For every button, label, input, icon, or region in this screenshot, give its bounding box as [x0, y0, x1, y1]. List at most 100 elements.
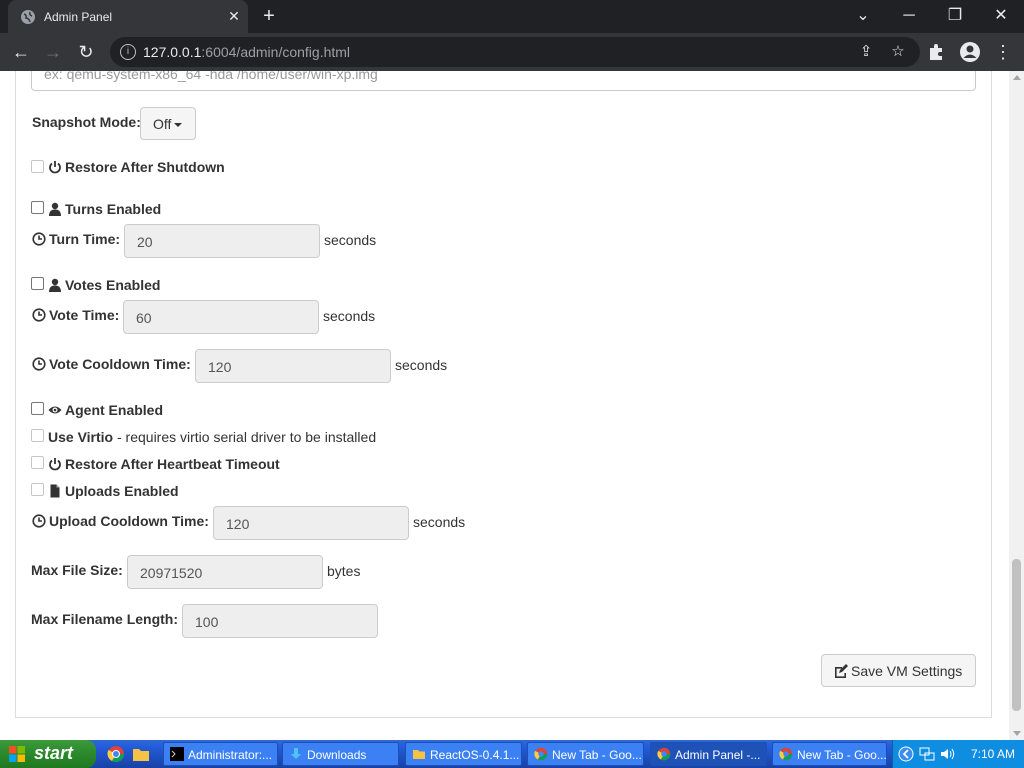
- scrollbar-thumb[interactable]: [1012, 559, 1021, 711]
- minimize-button[interactable]: ─: [897, 4, 921, 28]
- taskbar-item-label: New Tab - Goo...: [797, 748, 887, 762]
- extensions-puzzle-icon[interactable]: [927, 42, 947, 62]
- chrome-icon: [534, 747, 548, 761]
- network-icon[interactable]: [919, 746, 935, 762]
- turns-enabled-row: Turns Enabled: [48, 201, 161, 217]
- restore-shutdown-checkbox[interactable]: [31, 160, 44, 173]
- vote-time-value: 60: [136, 310, 152, 326]
- save-vm-settings-button[interactable]: Save VM Settings: [821, 654, 976, 687]
- max-file-size-unit: bytes: [327, 563, 361, 579]
- use-virtio-label: Use Virtio: [48, 429, 114, 445]
- tray-expand-chevron-icon[interactable]: [898, 746, 914, 762]
- taskbar-item-admin-panel[interactable]: Admin Panel -...: [650, 742, 767, 766]
- vote-cooldown-unit: seconds: [395, 357, 448, 373]
- upload-cooldown-row: Upload Cooldown Time:: [32, 513, 209, 529]
- chrome-icon: [657, 747, 671, 761]
- max-file-size-value: 20971520: [140, 565, 203, 581]
- chrome-quicklaunch-icon[interactable]: [107, 745, 125, 763]
- snapshot-mode-value: Off: [153, 116, 172, 132]
- power-icon: [49, 458, 61, 471]
- turn-time-label: Turn Time:: [49, 231, 121, 247]
- vote-cooldown-input[interactable]: 120: [195, 349, 391, 383]
- agent-enabled-label: Agent Enabled: [65, 402, 164, 418]
- share-icon[interactable]: ⇪: [856, 42, 876, 62]
- clock: 7:10 AM: [971, 747, 1016, 761]
- restore-button[interactable]: ❐: [943, 4, 967, 28]
- chrome-icon: [779, 747, 793, 761]
- clock-icon: [32, 514, 46, 528]
- browser-toolbar: ← → ↻ i 127.0.0.1:6004/admin/config.html…: [0, 33, 1024, 71]
- new-tab-button[interactable]: +: [258, 6, 280, 28]
- browser-menu-icon[interactable]: ⋮: [992, 41, 1014, 63]
- scroll-down-arrow-icon[interactable]: [1013, 731, 1021, 736]
- user-icon: [49, 278, 61, 292]
- close-window-button[interactable]: ✕: [989, 4, 1013, 28]
- start-button[interactable]: start: [0, 740, 96, 768]
- profile-avatar-icon[interactable]: [959, 41, 981, 63]
- votes-enabled-checkbox[interactable]: [31, 277, 44, 290]
- folder-quicklaunch-icon[interactable]: [132, 745, 150, 763]
- file-icon: [50, 484, 60, 498]
- max-file-size-input[interactable]: 20971520: [127, 555, 323, 589]
- use-virtio-row: Use Virtio - requires virtio serial driv…: [48, 429, 376, 445]
- max-filename-length-label: Max Filename Length:: [31, 611, 179, 627]
- scroll-up-arrow-icon[interactable]: [1013, 75, 1021, 80]
- taskbar-item-downloads[interactable]: Downloads: [282, 742, 399, 766]
- snapshot-mode-dropdown[interactable]: Off: [140, 107, 196, 140]
- taskbar-item-label: Downloads: [307, 748, 367, 762]
- forward-button[interactable]: →: [42, 41, 64, 63]
- upload-cooldown-label: Upload Cooldown Time:: [49, 513, 209, 529]
- close-tab-icon[interactable]: ✕: [226, 8, 242, 24]
- globe-icon: [21, 10, 35, 24]
- agent-enabled-checkbox[interactable]: [31, 402, 44, 415]
- restore-heartbeat-checkbox[interactable]: [31, 456, 44, 469]
- clock-icon: [32, 232, 46, 246]
- volume-icon[interactable]: [939, 746, 955, 762]
- back-button[interactable]: ←: [10, 41, 32, 63]
- clock-icon: [32, 308, 46, 322]
- taskbar-item-reactos-folder[interactable]: ReactOS-0.4.1...: [405, 742, 522, 766]
- taskbar-item-cmd[interactable]: Administrator:...: [163, 742, 278, 766]
- max-file-size-label: Max File Size:: [31, 562, 123, 578]
- turn-time-input[interactable]: 20: [124, 224, 320, 258]
- clock-icon: [32, 357, 46, 371]
- tab-search-chevron-icon[interactable]: ⌄: [851, 4, 875, 28]
- upload-cooldown-input[interactable]: 120: [213, 506, 409, 540]
- browser-tab[interactable]: Admin Panel ✕: [8, 0, 248, 33]
- url-host: 127.0.0.1: [143, 44, 202, 60]
- vote-cooldown-value: 120: [208, 359, 232, 375]
- vote-time-label: Vote Time:: [49, 307, 120, 323]
- save-vm-settings-label: Save VM Settings: [851, 663, 963, 679]
- reload-button[interactable]: ↻: [75, 41, 97, 63]
- taskbar-item-new-tab-1[interactable]: New Tab - Goo...: [527, 742, 644, 766]
- site-info-icon[interactable]: i: [120, 44, 136, 60]
- eye-icon: [48, 406, 62, 414]
- taskbar-item-label: Admin Panel -...: [675, 748, 761, 762]
- taskbar-item-new-tab-2[interactable]: New Tab - Goo...: [772, 742, 887, 766]
- vote-time-unit: seconds: [323, 308, 376, 324]
- taskbar-item-label: New Tab - Goo...: [552, 748, 642, 762]
- max-filename-length-input[interactable]: 100: [182, 604, 378, 638]
- snapshot-mode-label: Snapshot Mode:: [32, 114, 141, 130]
- turns-enabled-label: Turns Enabled: [65, 201, 162, 217]
- address-bar[interactable]: i 127.0.0.1:6004/admin/config.html ⇪ ☆: [110, 37, 920, 67]
- restore-heartbeat-row: Restore After Heartbeat Timeout: [48, 456, 280, 472]
- use-virtio-note: - requires virtio serial driver to be in…: [113, 429, 377, 445]
- vote-cooldown-label: Vote Cooldown Time:: [49, 356, 191, 372]
- vote-time-input[interactable]: 60: [123, 300, 319, 334]
- qemu-command-input[interactable]: ex: qemu-system-x86_64 -hda /home/user/w…: [31, 71, 976, 91]
- page-scrollbar[interactable]: [1009, 71, 1024, 740]
- page-content: ex: qemu-system-x86_64 -hda /home/user/w…: [0, 71, 1024, 740]
- use-virtio-checkbox[interactable]: [31, 429, 44, 442]
- uploads-enabled-checkbox[interactable]: [31, 483, 44, 496]
- vote-time-row: Vote Time:: [32, 307, 119, 323]
- votes-enabled-row: Votes Enabled: [48, 277, 160, 293]
- upload-cooldown-value: 120: [226, 516, 250, 532]
- bookmark-star-icon[interactable]: ☆: [888, 42, 908, 62]
- restore-heartbeat-label: Restore After Heartbeat Timeout: [65, 456, 280, 472]
- windows-flag-icon: [9, 746, 25, 762]
- user-icon: [49, 202, 61, 216]
- start-label: start: [34, 743, 74, 763]
- turns-enabled-checkbox[interactable]: [31, 201, 44, 214]
- turn-time-row: Turn Time:: [32, 231, 120, 247]
